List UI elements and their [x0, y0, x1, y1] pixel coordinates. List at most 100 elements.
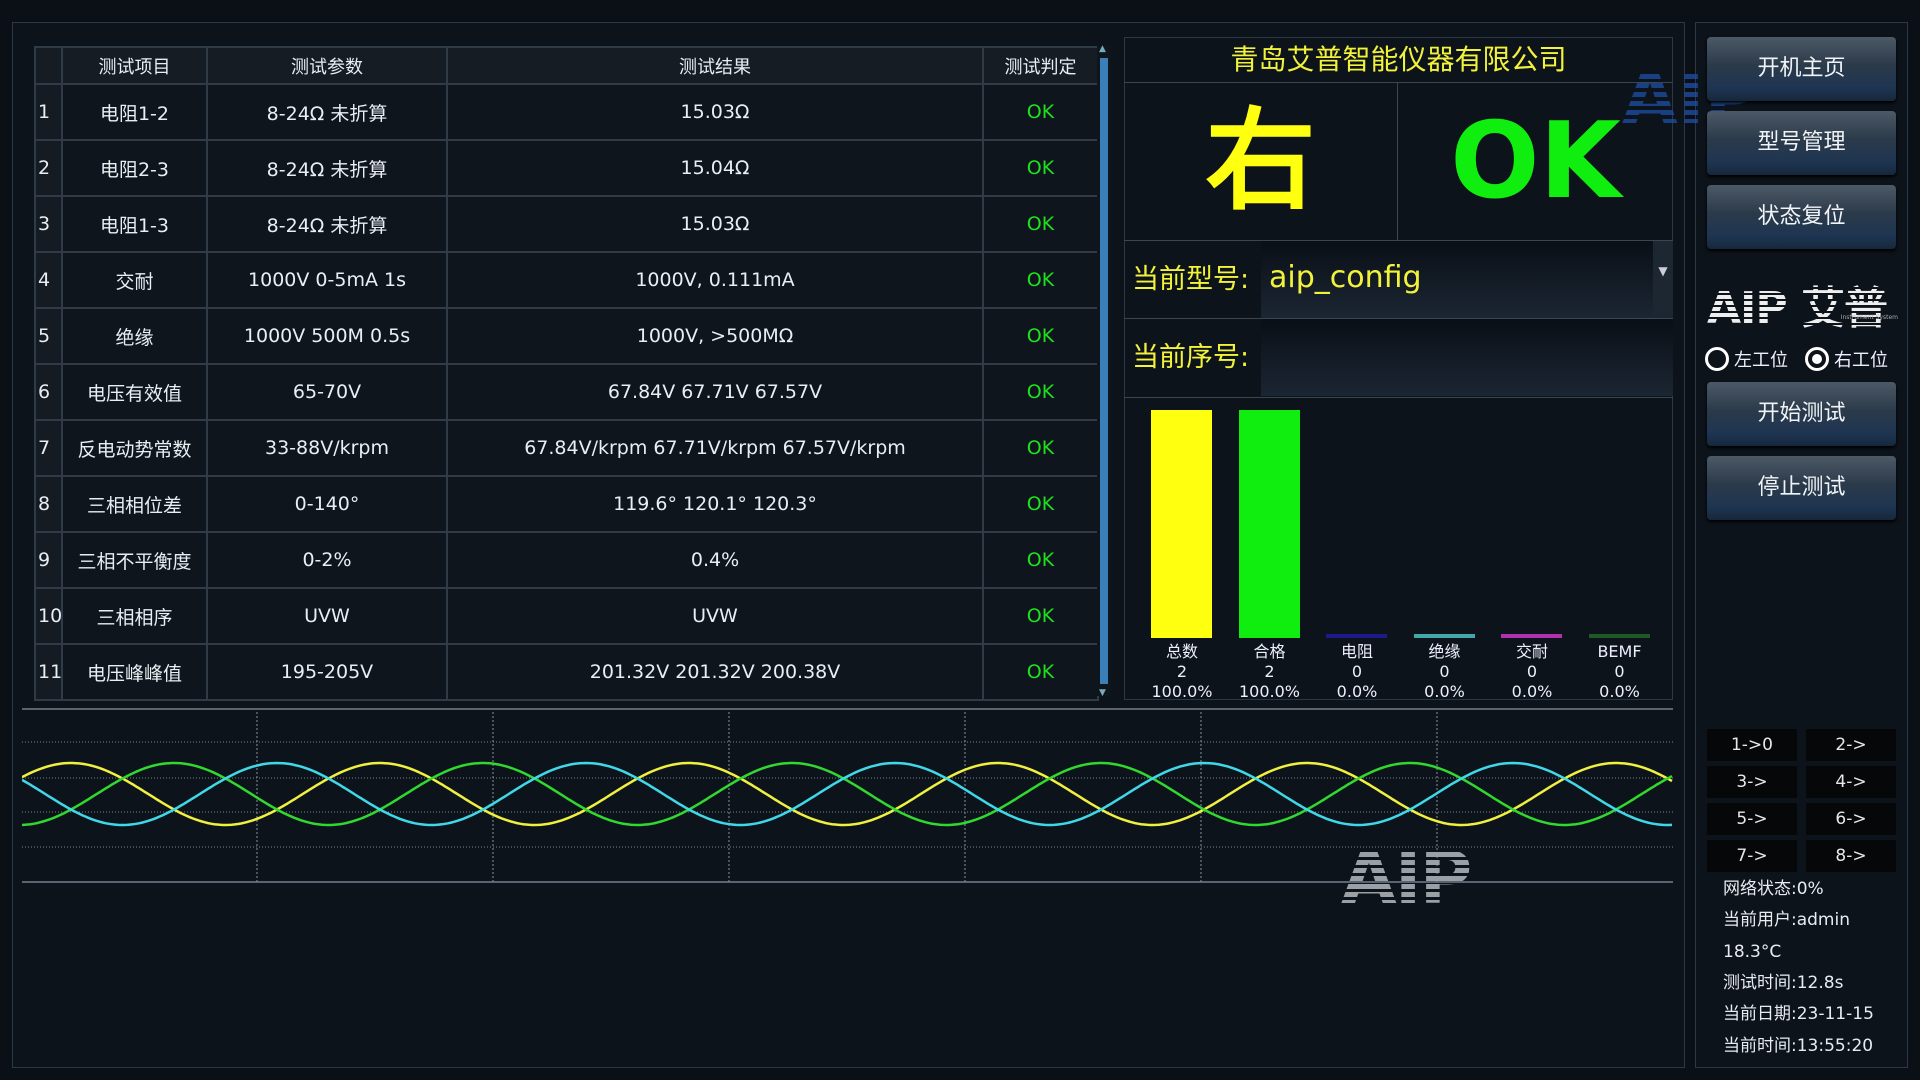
bar-2 [1326, 634, 1387, 638]
test-parameter: UVW [206, 587, 448, 645]
statistics-bar-chart: 总数 2 100.0% 合格 2 100.0% 电阻 0 0.0% 绝缘 0 0.0% 交耐 0 0.0% B… [1124, 397, 1673, 701]
channel-button[interactable]: 2-> [1806, 729, 1896, 761]
bar-label-values: 2 [1176, 662, 1188, 681]
bar-label-percents: 100.0% [1238, 682, 1300, 701]
table-row[interactable]: 1 电阻1-2 8-24Ω 未折算 15.03Ω OK [34, 83, 1099, 141]
home-button[interactable]: 开机主页 [1707, 37, 1896, 101]
waveform-phase-1 [22, 761, 1673, 827]
scrollbar-thumb[interactable] [1100, 58, 1108, 684]
test-parameter: 33-88V/krpm [206, 419, 448, 477]
table-row[interactable]: 4 交耐 1000V 0-5mA 1s 1000V, 0.111mA OK [34, 251, 1099, 309]
test-verdict: OK [982, 139, 1099, 197]
dropdown-arrow-icon[interactable]: ▼ [1653, 241, 1673, 315]
table-header: 测试项目 测试参数 测试结果 测试判定 [34, 46, 1099, 85]
test-item: 交耐 [61, 251, 208, 309]
test-item: 反电动势常数 [61, 419, 208, 477]
serial-label: 当前序号: [1124, 318, 1261, 396]
bar-label-categories: 总数 [1165, 642, 1198, 661]
radio-label: 右工位 [1834, 350, 1888, 371]
right-station-radio[interactable]: 右工位 [1805, 346, 1888, 372]
column-header[interactable]: 测试结果 [446, 46, 984, 85]
table-row[interactable]: 5 绝缘 1000V 500M 0.5s 1000V, >500MΩ OK [34, 307, 1099, 365]
test-parameter: 195-205V [206, 643, 448, 701]
table-row[interactable]: 7 反电动势常数 33-88V/krpm 67.84V/krpm 67.71V/krp… [34, 419, 1099, 477]
channel-button[interactable]: 7-> [1707, 840, 1797, 872]
test-parameter: 1000V 0-5mA 1s [206, 251, 448, 309]
table-row[interactable]: 10 三相相序 UVW UVW OK [34, 587, 1099, 645]
radio-circle-icon[interactable] [1805, 347, 1829, 371]
table-row[interactable]: 3 电阻1-3 8-24Ω 未折算 15.03Ω OK [34, 195, 1099, 253]
bar-1 [1238, 410, 1300, 638]
bar-3 [1413, 634, 1475, 638]
channel-button[interactable]: 1->0 [1707, 729, 1797, 761]
status-text: 测试时间:12.8s [1723, 972, 1844, 993]
test-item: 绝缘 [61, 307, 208, 365]
channel-button[interactable]: 8-> [1806, 840, 1896, 872]
radio-circle-icon[interactable] [1705, 347, 1729, 371]
table-row[interactable]: 2 电阻2-3 8-24Ω 未折算 15.04Ω OK [34, 139, 1099, 197]
test-item: 电阻2-3 [61, 139, 208, 197]
table-row[interactable]: 6 电压有效值 65-70V 67.84V 67.71V 67.57V OK [34, 363, 1099, 421]
bar-5 [1588, 634, 1650, 638]
test-verdict: OK [982, 419, 1099, 477]
test-result: 67.84V 67.71V 67.57V [446, 363, 984, 421]
table-row[interactable]: 8 三相相位差 0-140° 119.6° 120.1° 120.3° OK [34, 475, 1099, 533]
test-result: 15.03Ω [446, 195, 984, 253]
column-header[interactable]: 测试项目 [61, 46, 208, 85]
test-result: 15.04Ω [446, 139, 984, 197]
bar-label-percents: 0.0% [1599, 682, 1640, 701]
channel-button[interactable]: 3-> [1707, 766, 1797, 798]
bar-label-values: 0 [1439, 662, 1450, 681]
column-header[interactable]: 测试参数 [206, 46, 448, 85]
column-header[interactable]: 测试判定 [982, 46, 1099, 85]
left-station-radio[interactable]: 左工位 [1705, 346, 1788, 372]
test-result: 201.32V 201.32V 200.38V [446, 643, 984, 701]
test-item: 电压有效值 [61, 363, 208, 421]
aip-watermark: AIP [1341, 836, 1472, 920]
bar-0 [1151, 410, 1212, 638]
row-index: 6 [34, 363, 63, 421]
row-index: 5 [34, 307, 63, 365]
scroll-down-icon[interactable]: ▼ [1099, 688, 1106, 698]
column-header[interactable] [34, 46, 63, 85]
test-item: 电阻1-3 [61, 195, 208, 253]
test-result: 1000V, >500MΩ [446, 307, 984, 365]
channel-button[interactable]: 4-> [1806, 766, 1896, 798]
status-text: 当前用户:admin [1723, 910, 1850, 931]
model-select[interactable]: aip_config ▼ [1261, 240, 1673, 318]
row-index: 4 [34, 251, 63, 309]
serial-field[interactable] [1261, 318, 1673, 396]
company-name: 青岛艾普智能仪器有限公司 [1124, 37, 1673, 83]
test-item: 三相相位差 [61, 475, 208, 533]
model-management-button[interactable]: 型号管理 [1707, 111, 1896, 175]
model-value: aip_config [1269, 260, 1422, 295]
row-index: 1 [34, 83, 63, 141]
bar-label-categories: 交耐 [1515, 642, 1548, 661]
bar-label-percents: 0.0% [1336, 682, 1378, 701]
test-parameter: 1000V 500M 0.5s [206, 307, 448, 365]
station-indicator: 右 [1124, 83, 1398, 240]
bar-label-percents: 0.0% [1511, 682, 1553, 701]
row-index: 10 [34, 587, 63, 645]
stop-test-button[interactable]: 停止测试 [1707, 456, 1896, 520]
test-parameter: 0-2% [206, 531, 448, 589]
test-verdict: OK [982, 307, 1099, 365]
test-result: 67.84V/krpm 67.71V/krpm 67.57V/krpm [446, 419, 984, 477]
test-parameter: 8-24Ω 未折算 [206, 195, 448, 253]
scroll-up-icon[interactable]: ▲ [1099, 44, 1106, 54]
channel-button[interactable]: 5-> [1707, 803, 1797, 835]
test-item: 三相不平衡度 [61, 531, 208, 589]
bar-label-categories: 电阻 [1340, 642, 1373, 661]
table-row[interactable]: 11 电压峰峰值 195-205V 201.32V 201.32V 200.38V OK [34, 643, 1099, 701]
start-test-button[interactable]: 开始测试 [1707, 382, 1896, 446]
model-label: 当前型号: [1124, 240, 1261, 318]
bar-label-values: 0 [1614, 662, 1625, 681]
table-scrollbar[interactable]: ▲ ▼ [1097, 44, 1111, 698]
test-result: 15.03Ω [446, 83, 984, 141]
test-verdict: OK [982, 83, 1099, 141]
table-row[interactable]: 9 三相不平衡度 0-2% 0.4% OK [34, 531, 1099, 589]
row-index: 7 [34, 419, 63, 477]
status-reset-button[interactable]: 状态复位 [1707, 185, 1896, 249]
test-item: 三相相序 [61, 587, 208, 645]
channel-button[interactable]: 6-> [1806, 803, 1896, 835]
